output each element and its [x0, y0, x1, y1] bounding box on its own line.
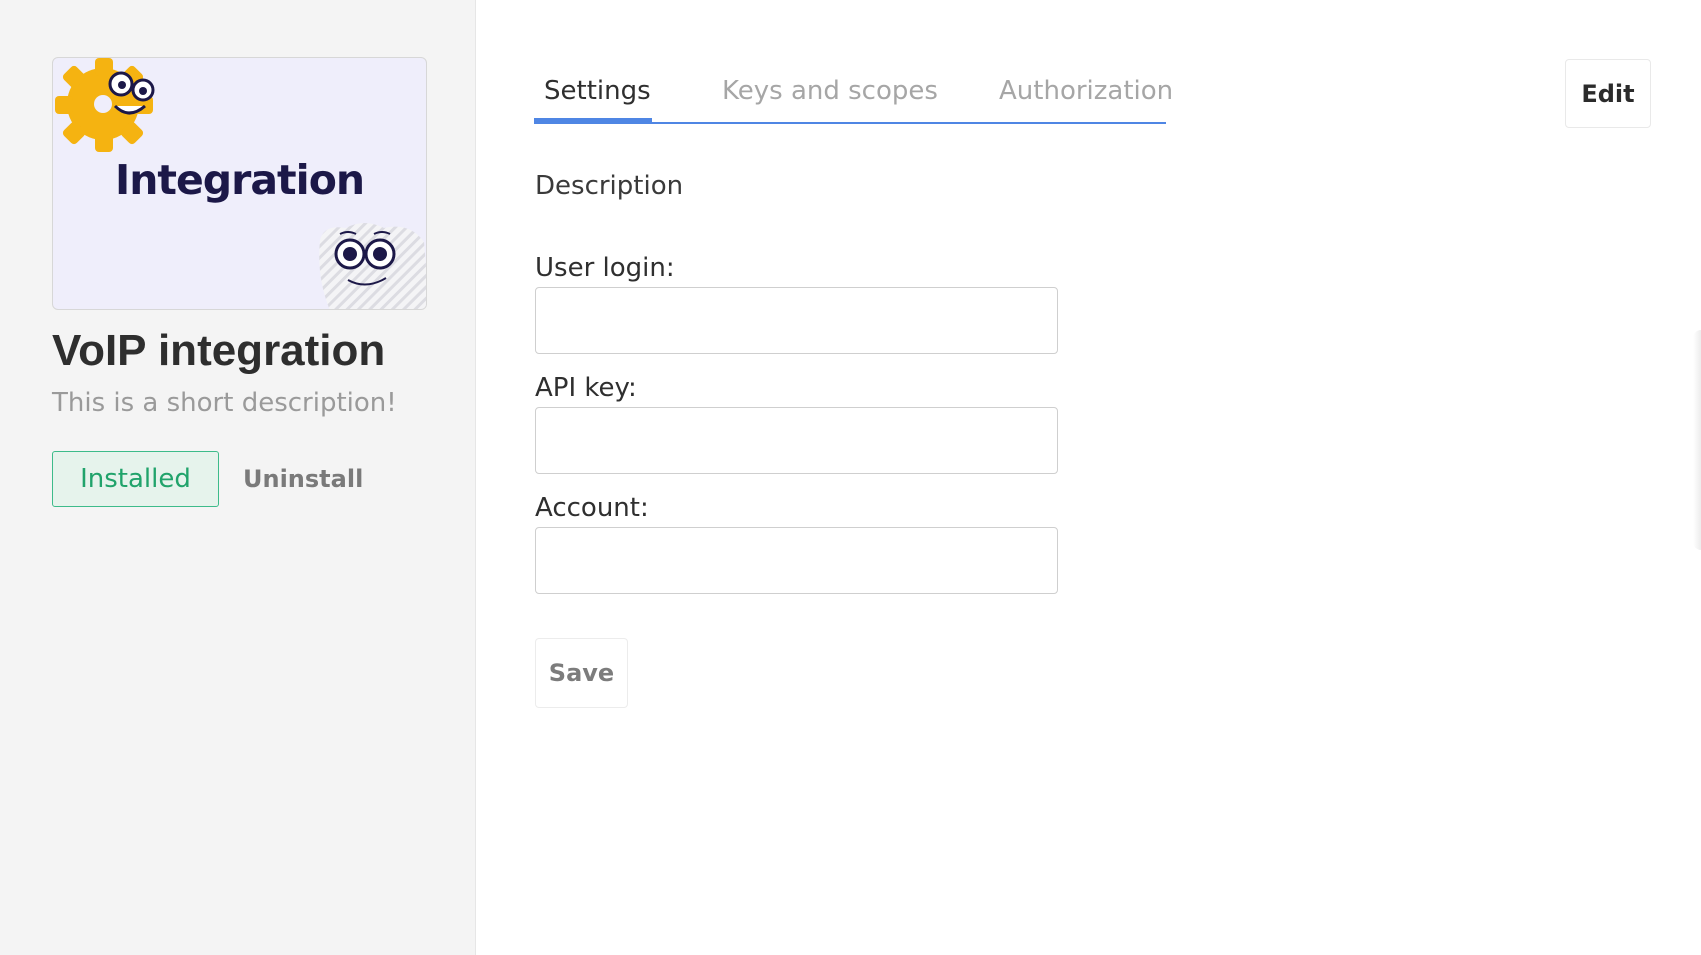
tab-keys-and-scopes-label: Keys and scopes	[722, 76, 938, 106]
save-button[interactable]: Save	[535, 638, 628, 708]
tab-bar: Settings Keys and scopes Authorization	[534, 72, 1173, 124]
account-label: Account:	[535, 493, 649, 523]
installed-status-button[interactable]: Installed	[52, 451, 219, 507]
tab-authorization[interactable]: Authorization	[999, 76, 1173, 124]
cover-title: Integration	[114, 156, 365, 204]
account-input[interactable]	[535, 527, 1058, 594]
gear-mascot-icon	[55, 58, 155, 152]
edit-button[interactable]: Edit	[1565, 59, 1651, 128]
user-login-label: User login:	[535, 253, 675, 283]
user-login-input[interactable]	[535, 287, 1058, 354]
tab-keys-and-scopes[interactable]: Keys and scopes	[722, 76, 938, 124]
tab-settings-label: Settings	[544, 76, 651, 106]
app-sidebar: Integration VoIP integration This is a s…	[0, 0, 476, 955]
scroll-edge-shadow	[1693, 330, 1701, 550]
tab-settings[interactable]: Settings	[534, 76, 652, 124]
tab-authorization-label: Authorization	[999, 76, 1174, 106]
api-key-label: API key:	[535, 373, 637, 403]
api-key-input[interactable]	[535, 407, 1058, 474]
active-tab-indicator	[534, 118, 652, 123]
app-cover-image: Integration	[52, 57, 427, 310]
app-description: This is a short description!	[52, 388, 397, 418]
section-heading: Description	[535, 171, 684, 201]
app-title: VoIP integration	[52, 326, 386, 375]
uninstall-button[interactable]: Uninstall	[243, 465, 363, 493]
cloud-mascot-icon	[319, 223, 426, 309]
